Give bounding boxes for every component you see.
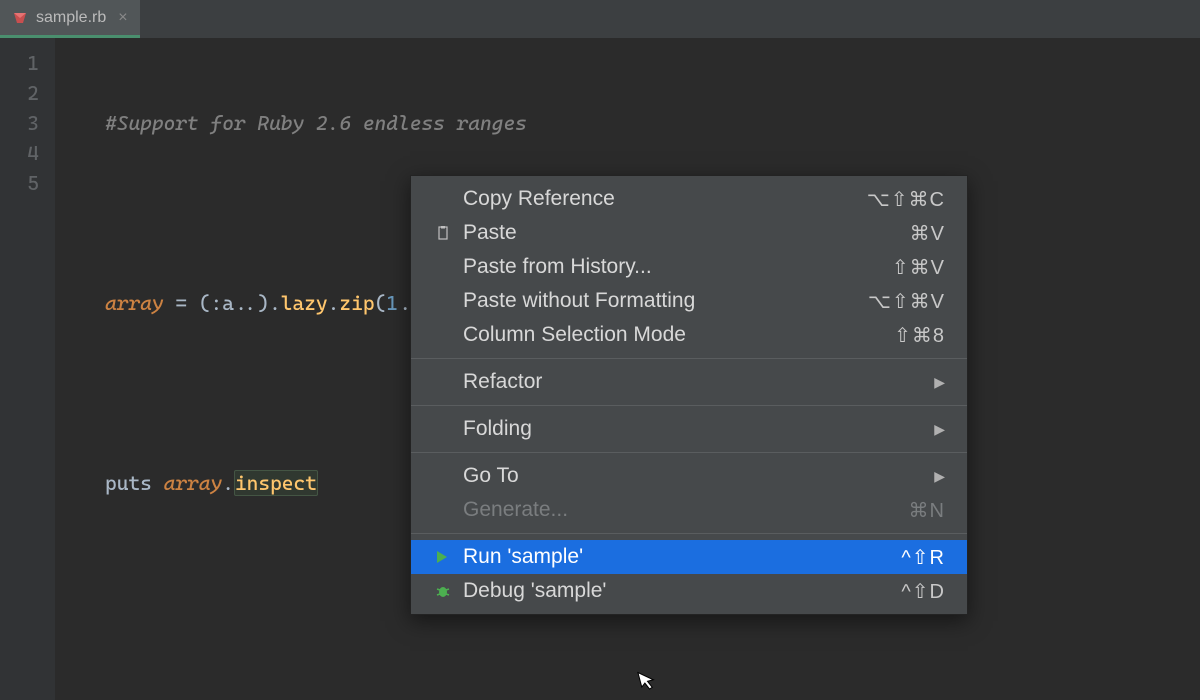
code-comment: #Support for Ruby 2.6 endless ranges <box>105 111 527 135</box>
menu-column-selection[interactable]: Column Selection Mode ⇧⌘8 <box>411 318 967 352</box>
context-menu: Copy Reference ⌥⇧⌘C Paste ⌘V Paste from … <box>410 175 968 615</box>
menu-label: Go To <box>463 464 934 488</box>
menu-shortcut: ^⇧D <box>901 579 945 604</box>
clipboard-icon <box>435 225 463 241</box>
tab-bar: sample.rb × <box>0 0 1200 38</box>
submenu-arrow-icon: ▶ <box>934 468 945 485</box>
menu-paste-history[interactable]: Paste from History... ⇧⌘V <box>411 250 967 284</box>
ruby-file-icon <box>12 10 28 26</box>
menu-paste-plain[interactable]: Paste without Formatting ⌥⇧⌘V <box>411 284 967 318</box>
menu-copy-reference[interactable]: Copy Reference ⌥⇧⌘C <box>411 182 967 216</box>
menu-debug-sample[interactable]: Debug 'sample' ^⇧D <box>411 574 967 608</box>
menu-shortcut: ⇧⌘V <box>892 255 945 280</box>
menu-separator <box>411 533 967 534</box>
menu-label: Generate... <box>463 498 909 522</box>
menu-label: Debug 'sample' <box>463 579 901 603</box>
menu-separator <box>411 452 967 453</box>
tab-filename: sample.rb <box>36 9 106 27</box>
line-number: 4 <box>0 138 39 168</box>
file-tab[interactable]: sample.rb × <box>0 0 140 38</box>
menu-goto[interactable]: Go To ▶ <box>411 459 967 493</box>
line-gutter: 1 2 3 4 5 <box>0 38 55 700</box>
menu-refactor[interactable]: Refactor ▶ <box>411 365 967 399</box>
menu-label: Paste without Formatting <box>463 289 868 313</box>
menu-label: Copy Reference <box>463 187 867 211</box>
menu-paste[interactable]: Paste ⌘V <box>411 216 967 250</box>
menu-separator <box>411 405 967 406</box>
menu-shortcut: ^⇧R <box>901 545 945 570</box>
menu-generate[interactable]: Generate... ⌘N <box>411 493 967 527</box>
run-icon <box>435 550 463 564</box>
menu-label: Refactor <box>463 370 934 394</box>
submenu-arrow-icon: ▶ <box>934 421 945 438</box>
close-icon[interactable]: × <box>118 9 127 27</box>
line-number: 1 <box>0 48 39 78</box>
line-number: 2 <box>0 78 39 108</box>
debug-icon <box>435 583 463 599</box>
menu-folding[interactable]: Folding ▶ <box>411 412 967 446</box>
line-number: 3 <box>0 108 39 138</box>
menu-shortcut: ⌥⇧⌘C <box>867 187 945 212</box>
menu-run-sample[interactable]: Run 'sample' ^⇧R <box>411 540 967 574</box>
menu-label: Column Selection Mode <box>463 323 894 347</box>
menu-shortcut: ⌥⇧⌘V <box>868 289 945 314</box>
submenu-arrow-icon: ▶ <box>934 374 945 391</box>
menu-label: Run 'sample' <box>463 545 901 569</box>
menu-label: Folding <box>463 417 934 441</box>
menu-shortcut: ⇧⌘8 <box>894 323 945 348</box>
menu-label: Paste <box>463 221 910 245</box>
menu-separator <box>411 358 967 359</box>
menu-shortcut: ⌘V <box>910 221 945 246</box>
line-number: 5 <box>0 168 39 198</box>
menu-shortcut: ⌘N <box>909 498 945 523</box>
menu-label: Paste from History... <box>463 255 892 279</box>
